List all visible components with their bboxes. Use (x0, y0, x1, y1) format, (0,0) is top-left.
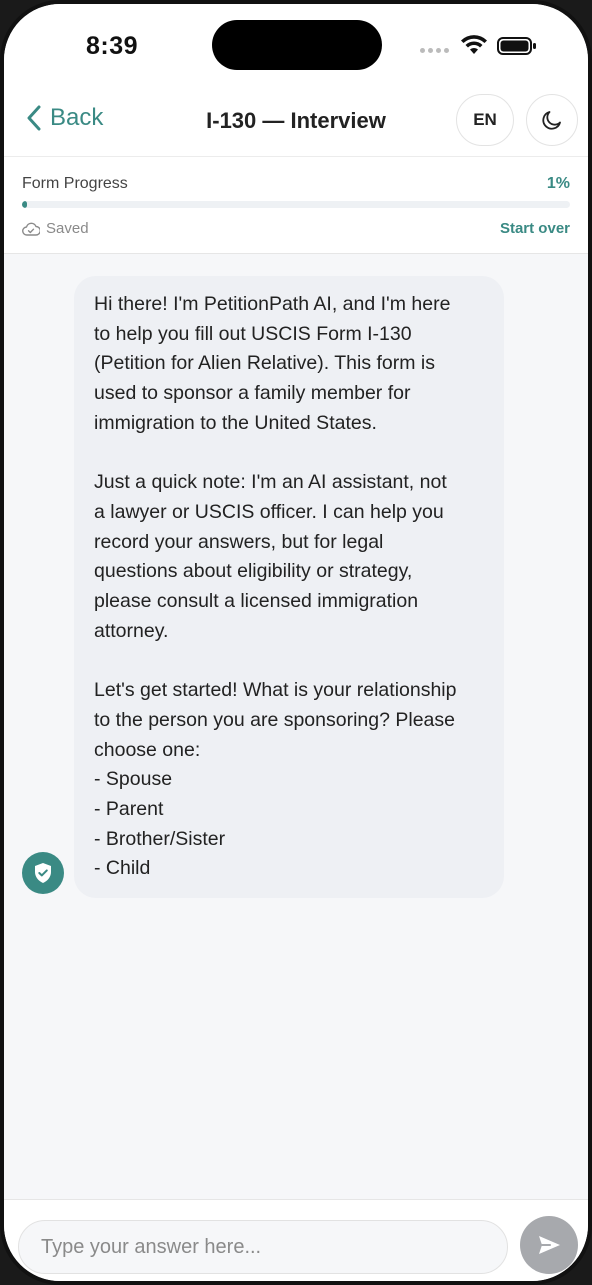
cloud-check-icon (22, 222, 40, 236)
progress-percent: 1% (546, 175, 570, 192)
relationship-option: - Spouse (94, 768, 173, 791)
message-line: questions about eligibility or strategy, (94, 560, 413, 583)
answer-input[interactable] (18, 1220, 508, 1274)
message-paragraph: Just a quick note: I'm an AI assistant, … (94, 468, 486, 646)
saved-status: Saved (22, 220, 89, 237)
saved-label: Saved (46, 220, 89, 237)
assistant-message-bubble: Hi there! I'm PetitionPath AI, and I'm h… (74, 276, 504, 899)
message-line: Hi there! I'm PetitionPath AI, and I'm h… (94, 293, 451, 315)
form-progress-panel: Form Progress 1% Saved Start over (4, 157, 588, 254)
message-line: (Petition for Alien Relative). This form… (94, 352, 436, 375)
message-line: to help you fill out USCIS Form I-130 (94, 322, 412, 345)
app-header: Back I-130 — Interview EN (4, 84, 588, 157)
dark-mode-toggle[interactable] (526, 94, 578, 146)
message-line: please consult a licensed immigration (94, 590, 419, 613)
status-bar: 8:39 (4, 4, 588, 84)
language-button[interactable]: EN (456, 94, 514, 146)
send-icon (539, 1236, 560, 1254)
progress-label: Form Progress (22, 175, 128, 192)
message-paragraph: Hi there! I'm PetitionPath AI, and I'm h… (94, 290, 486, 439)
message-line: a lawyer or USCIS officer. I can help yo… (94, 500, 444, 523)
cellular-signal-icon (420, 48, 449, 53)
message-line: choose one: (94, 738, 201, 761)
shield-check-icon (35, 863, 51, 883)
relationship-option: - Child (94, 857, 151, 880)
message-line: used to sponsor a family member for (94, 382, 411, 405)
send-button[interactable] (520, 1216, 578, 1274)
message-line: immigration to the United States. (94, 411, 377, 434)
progress-bar (22, 201, 570, 208)
relationship-option: - Parent (94, 797, 164, 820)
message-line: to the person you are sponsoring? Please (94, 708, 455, 731)
moon-icon (542, 111, 561, 130)
progress-bar-fill (22, 201, 28, 208)
phone-screen: 8:39 Back I-130 — Interview EN Form Prog… (0, 0, 592, 1285)
battery-icon (497, 37, 536, 55)
message-line: Just a quick note: I'm an AI assistant, … (94, 471, 447, 494)
composer-bar (4, 1199, 588, 1281)
message-line: attorney. (94, 619, 169, 642)
wifi-icon (461, 35, 487, 54)
message-line: record your answers, but for legal (94, 530, 384, 553)
status-time: 8:39 (86, 32, 139, 60)
message-line: Let's get started! What is your relation… (94, 679, 457, 702)
chat-area[interactable]: Hi there! I'm PetitionPath AI, and I'm h… (4, 254, 588, 1199)
dynamic-island (212, 20, 382, 70)
start-over-button[interactable]: Start over (500, 220, 570, 237)
message-paragraph: Let's get started! What is your relation… (94, 676, 486, 884)
relationship-option: - Brother/Sister (94, 827, 226, 850)
assistant-avatar (22, 852, 64, 894)
